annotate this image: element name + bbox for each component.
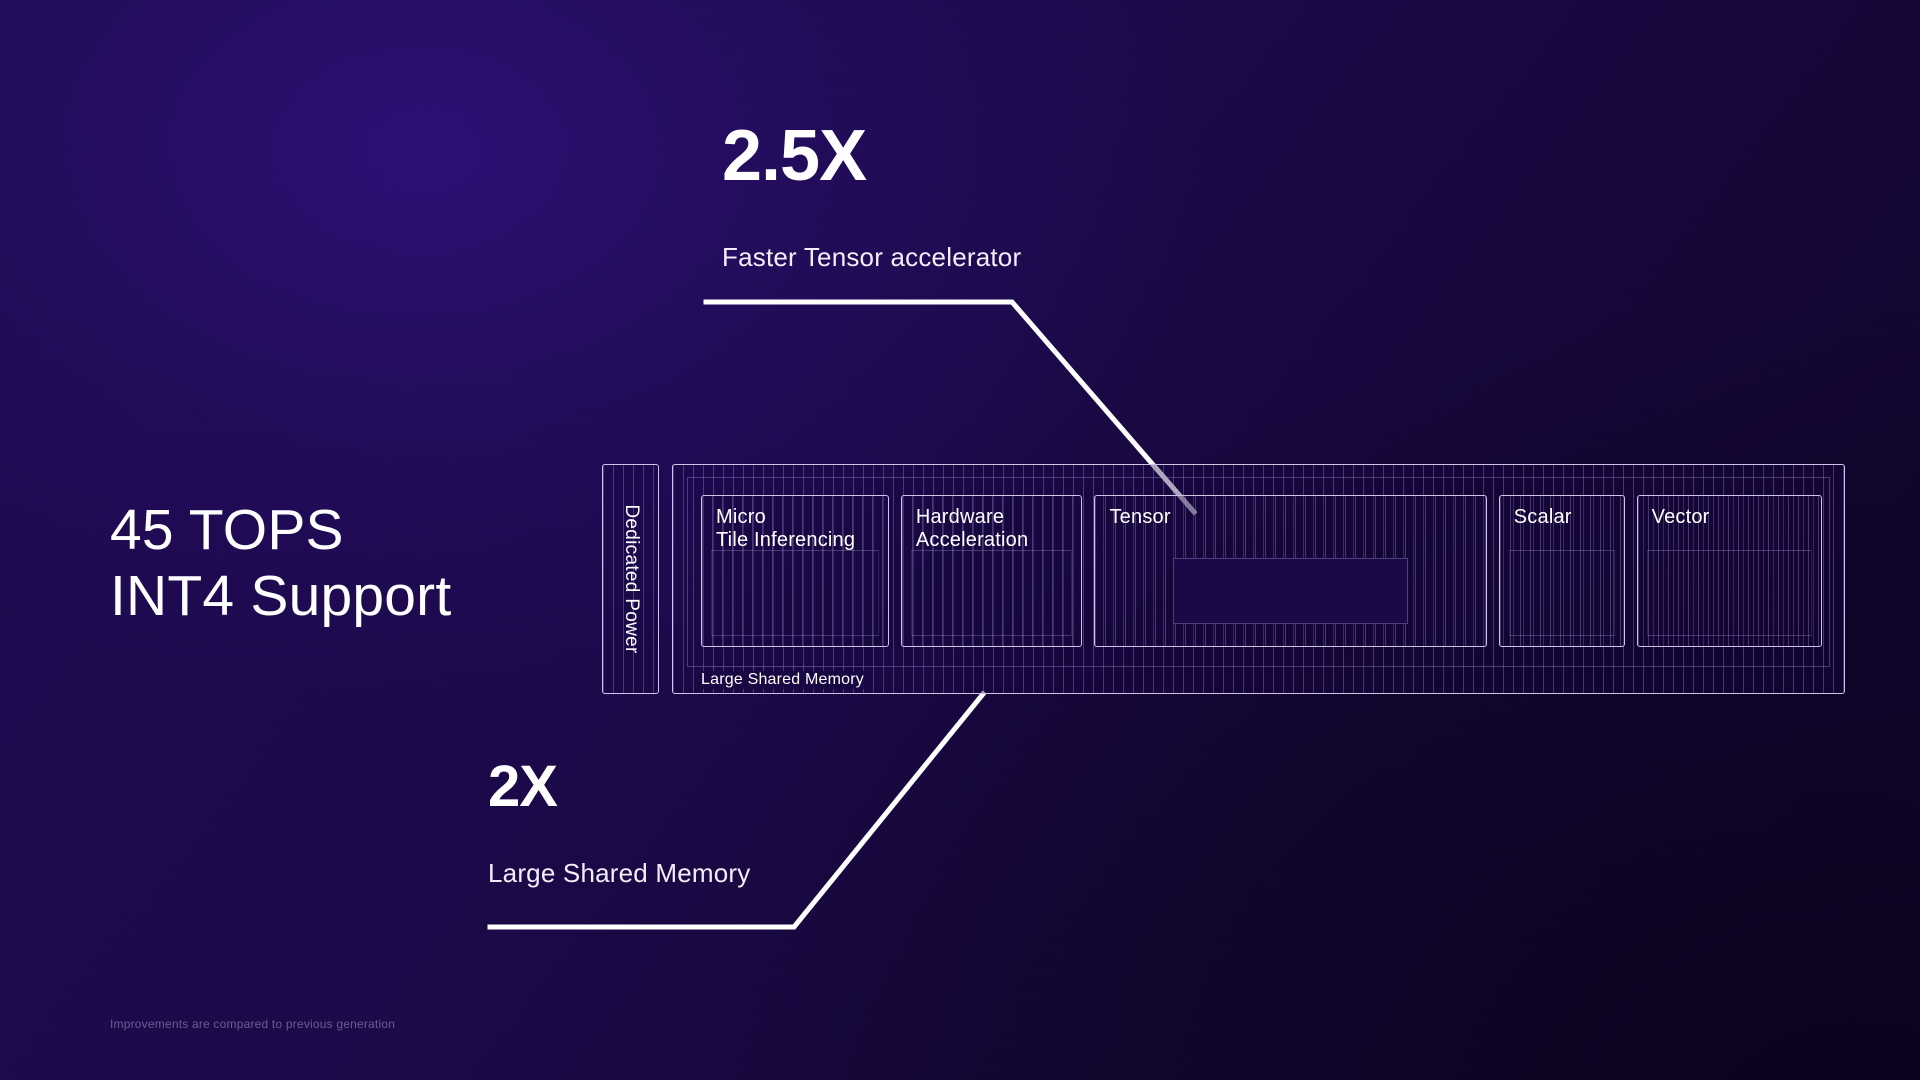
chip-unit-hardware: Hardware Acceleration	[900, 495, 1083, 647]
chip-unit-inner-region	[1508, 550, 1615, 636]
chip-unit-vector: Vector	[1636, 495, 1822, 647]
large-shared-memory-label: Large Shared Memory	[701, 671, 868, 689]
chip-diagram: Dedicated Power Micro Tile Inferencing Ha…	[602, 464, 1845, 694]
chip-unit-label: Scalar	[1513, 506, 1572, 528]
dedicated-power-label: Dedicated Power	[620, 504, 642, 654]
callout-bottom-value: 2X	[488, 754, 558, 819]
chip-unit-list: Micro Tile Inferencing Hardware Accelerat…	[701, 495, 1822, 647]
chip-unit-inner-region	[910, 550, 1073, 636]
callout-top-description: Faster Tensor accelerator	[722, 242, 1022, 272]
chip-unit-label: Tensor	[1109, 506, 1171, 528]
chip-unit-label: Vector	[1651, 506, 1710, 528]
dedicated-power-strip: Dedicated Power	[602, 464, 659, 694]
chip-unit-label: Hardware Acceleration	[915, 506, 1029, 552]
chip-unit-micro: Micro Tile Inferencing	[701, 495, 889, 647]
page-title: 45 TOPS INT4 Support	[110, 498, 452, 629]
chip-core-block: Micro Tile Inferencing Hardware Accelerat…	[672, 464, 1845, 694]
chip-unit-tensor: Tensor	[1094, 495, 1487, 647]
chip-unit-inner-region	[711, 550, 879, 636]
footnote: Improvements are compared to previous ge…	[110, 1017, 396, 1031]
callout-bottom-description: Large Shared Memory	[488, 858, 751, 888]
chip-unit-inner-region	[1646, 550, 1812, 636]
chip-unit-label: Micro Tile Inferencing	[716, 506, 856, 552]
connector-line-bottom	[487, 690, 987, 930]
callout-top-value: 2.5X	[722, 116, 867, 196]
slide-stage: 45 TOPS INT4 Support 2.5X Faster Tensor …	[0, 0, 1920, 1080]
chip-unit-inner-region	[1173, 558, 1408, 624]
chip-unit-scalar: Scalar	[1498, 495, 1625, 647]
